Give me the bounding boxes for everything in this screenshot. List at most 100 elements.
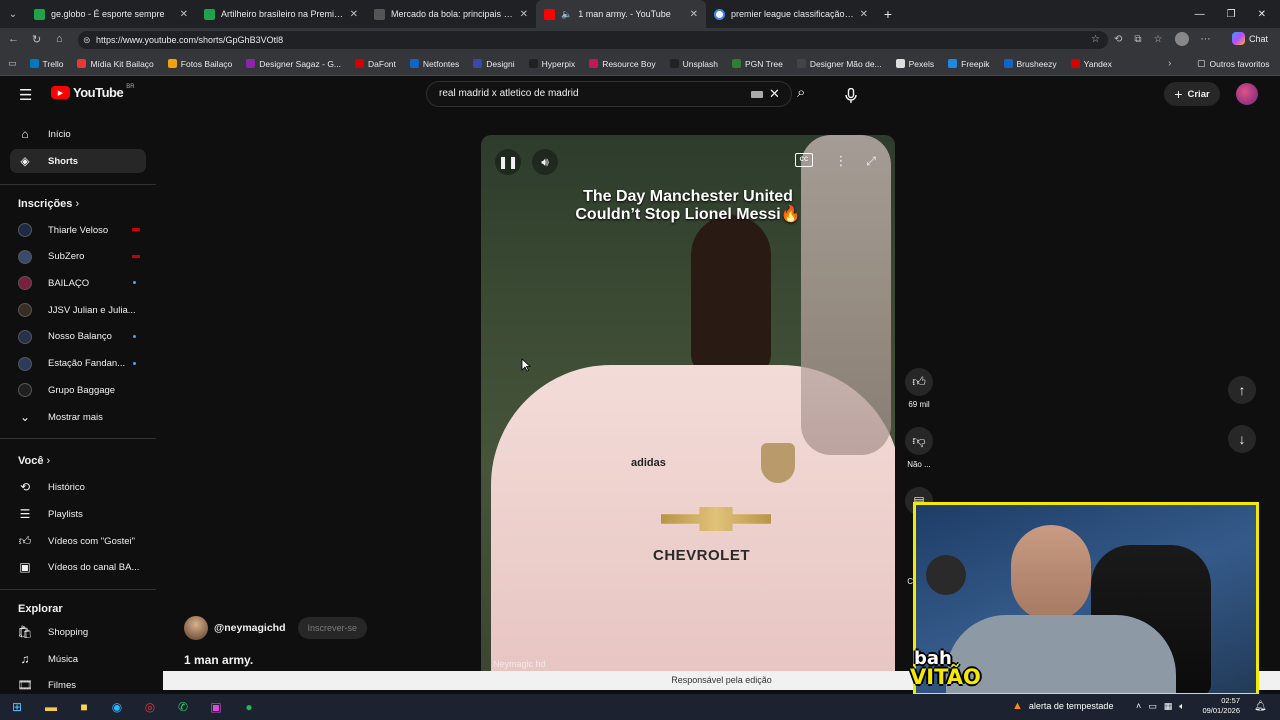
bookmark-item[interactable]: Mídia Kit Bailaço xyxy=(70,59,160,69)
obs-icon[interactable]: ◎ xyxy=(137,694,163,720)
tab-4-active[interactable]: 🔈 1 man army. - YouTube ✕ xyxy=(536,0,706,28)
sidebar-item-history[interactable]: ⟲ Histórico xyxy=(10,475,146,499)
search-icon[interactable]: ⌕ xyxy=(797,84,805,101)
bookmark-item[interactable]: Trello xyxy=(23,59,71,69)
close-icon[interactable]: ✕ xyxy=(860,9,868,20)
fullscreen-button[interactable]: ⤢ xyxy=(861,149,881,173)
clear-search-icon[interactable]: ✕ xyxy=(769,82,780,106)
tab-3[interactable]: Mercado da bola: principais transferênci… xyxy=(366,0,536,28)
previous-short-button[interactable]: ↑ xyxy=(1228,376,1256,404)
notifications-icon[interactable]: 🔔︎ xyxy=(1254,701,1267,712)
profile-avatar[interactable] xyxy=(1174,32,1189,46)
edge-icon[interactable]: ◉ xyxy=(104,694,130,720)
app-icon[interactable]: ▣ xyxy=(203,694,229,720)
restore-icon[interactable]: ❐ xyxy=(1227,9,1236,20)
file-explorer-icon[interactable]: ▬ xyxy=(38,694,64,720)
site-info-icon[interactable]: ⊜ xyxy=(83,31,91,49)
shorts-video-player[interactable]: adidas CHEVROLET The Day Manchester Unit… xyxy=(481,135,895,690)
spotify-icon[interactable]: ● xyxy=(236,694,262,720)
url-field[interactable]: ⊜ https://www.youtube.com/shorts/GpGhB3V… xyxy=(78,31,1108,49)
bookmark-item[interactable]: Fotos Bailaço xyxy=(161,59,240,69)
collections-icon[interactable]: ▭ xyxy=(8,58,17,69)
sidebar-item-liked-videos[interactable]: 👍︎ Vídeos com "Gostei" xyxy=(10,529,146,553)
other-favorites[interactable]: ▢ Outros favoritos xyxy=(1190,58,1277,69)
volume-button[interactable]: 🔊︎ xyxy=(532,149,558,175)
sidebar-item-shopping[interactable]: 🛍︎ Shopping xyxy=(10,620,146,644)
channel-handle[interactable]: @neymagichd xyxy=(214,622,286,634)
bookmark-item[interactable]: Netfontes xyxy=(403,59,466,69)
chevron-right-icon[interactable]: › xyxy=(1168,58,1171,69)
minimize-icon[interactable]: — xyxy=(1195,9,1205,20)
bookmark-item[interactable]: Unsplash xyxy=(663,59,725,69)
you-heading[interactable]: Você › xyxy=(18,455,50,467)
tray-app-icon[interactable]: ▭ xyxy=(1148,701,1157,712)
bookmark-item[interactable]: PGN Tree xyxy=(725,59,790,69)
clock[interactable]: 02:57 09/01/2026 xyxy=(1196,696,1240,716)
reload-icon[interactable]: ↻ xyxy=(32,33,41,46)
sidebar-item-subscription[interactable]: Grupo Baggage xyxy=(10,378,146,402)
more-options-icon[interactable]: ⋯ xyxy=(1201,34,1211,45)
bookmark-item[interactable]: Hyperpix xyxy=(522,59,583,69)
back-icon[interactable]: ← xyxy=(8,33,19,45)
bookmark-item[interactable]: Designer Mão de... xyxy=(790,59,889,69)
extensions-icon[interactable]: ⟲ xyxy=(1114,34,1122,45)
sidebar-item-subscription[interactable]: Thiarle Veloso xyxy=(10,218,146,242)
tab-5[interactable]: premier league classificação - Pesquisa ✕ xyxy=(706,0,876,28)
sidebar-item-subscription[interactable]: BAILAÇO xyxy=(10,271,146,295)
subscribe-button[interactable]: Inscrever-se xyxy=(297,617,368,639)
sidebar-item-subscription[interactable]: Nosso Balanço xyxy=(10,325,146,349)
channel-avatar[interactable] xyxy=(184,616,208,640)
like-button[interactable]: 👍︎ xyxy=(905,368,933,396)
pause-button[interactable]: ❚❚ xyxy=(495,149,521,175)
bookmark-item[interactable]: Yandex xyxy=(1064,59,1119,69)
tab-2[interactable]: Artilheiro brasileiro na Premier League ✕ xyxy=(196,0,366,28)
whatsapp-icon[interactable]: ✆ xyxy=(170,694,196,720)
captions-button[interactable]: CC xyxy=(795,153,813,167)
close-window-icon[interactable]: ✕ xyxy=(1258,9,1266,20)
dislike-button[interactable]: 👎︎ xyxy=(905,427,933,455)
bookmark-item[interactable]: Designi xyxy=(466,59,521,69)
speaker-icon[interactable]: 🔈︎ xyxy=(1179,701,1184,712)
favorite-star-icon[interactable]: ☆ xyxy=(1091,31,1100,49)
bookmark-item[interactable]: Designer Sagaz - G... xyxy=(239,59,348,69)
bookmark-item[interactable]: Pexels xyxy=(889,59,942,69)
windows-start-icon[interactable]: ⊞ xyxy=(4,694,30,720)
bookmark-item[interactable]: Freepik xyxy=(941,59,996,69)
tab-list-icon[interactable]: ⌄ xyxy=(0,9,26,20)
bookmark-item[interactable]: DaFont xyxy=(348,59,403,69)
sidebar-item-subscription[interactable]: Estação Fandan... xyxy=(10,352,146,376)
show-more-button[interactable]: ⌄ Mostrar mais xyxy=(10,405,146,429)
create-button[interactable]: + Criar xyxy=(1164,82,1220,106)
copilot-chat-button[interactable]: Chat xyxy=(1232,32,1268,45)
more-options-button[interactable]: ⋮ xyxy=(831,149,851,173)
bookmark-item[interactable]: Brusheezy xyxy=(997,59,1064,69)
network-icon[interactable]: ▦ xyxy=(1164,701,1173,712)
favorites-icon[interactable]: ☆ xyxy=(1154,34,1163,45)
close-icon[interactable]: ✕ xyxy=(180,9,188,20)
subscriptions-heading[interactable]: Inscrições › xyxy=(18,198,79,210)
sidebar-item-channel-videos[interactable]: ▣ Vídeos do canal BA... xyxy=(10,555,146,579)
chevron-up-icon[interactable]: ˄ xyxy=(1136,701,1141,712)
home-icon[interactable]: ⌂ xyxy=(56,33,63,45)
sidebar-item-playlists[interactable]: ☰ Playlists xyxy=(10,502,146,526)
bookmark-item[interactable]: Resource Boy xyxy=(582,59,662,69)
search-input[interactable]: real madrid x atletico de madrid ✕ xyxy=(426,81,792,107)
tab-1[interactable]: ge.globo - É esporte sempre ✕ xyxy=(26,0,196,28)
sidebar-item-subscription[interactable]: JJSV Julian e Julia... xyxy=(10,298,146,322)
sidebar-item-music[interactable]: ♫ Música xyxy=(10,647,146,671)
voice-search-button[interactable] xyxy=(838,82,864,108)
keyboard-icon[interactable] xyxy=(751,91,763,98)
close-icon[interactable]: ✕ xyxy=(690,9,698,20)
next-short-button[interactable]: ↓ xyxy=(1228,425,1256,453)
sidebar-item-home[interactable]: ⌂ Início xyxy=(10,122,146,146)
close-icon[interactable]: ✕ xyxy=(350,9,358,20)
new-tab-button[interactable]: + xyxy=(876,6,900,22)
split-screen-icon[interactable]: ⧉ xyxy=(1134,34,1141,45)
close-icon[interactable]: ✕ xyxy=(520,9,528,20)
weather-widget[interactable]: ▲ alerta de tempestade xyxy=(1012,700,1113,712)
sidebar-item-shorts[interactable]: ◈ Shorts xyxy=(10,149,146,173)
sidebar-item-subscription[interactable]: SubZero xyxy=(10,245,146,269)
speaker-icon[interactable]: 🔈 xyxy=(561,9,572,20)
store-icon[interactable]: ■ xyxy=(71,694,97,720)
account-avatar[interactable] xyxy=(1236,83,1258,105)
